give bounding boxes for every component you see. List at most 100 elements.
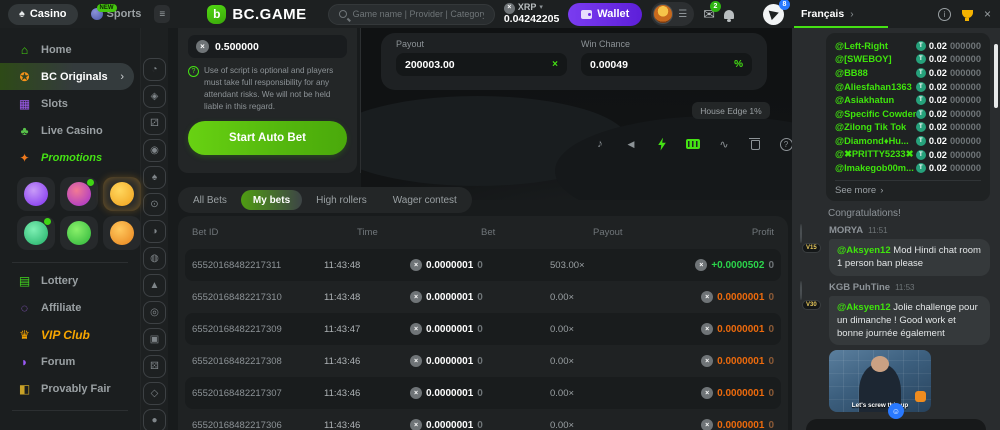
close-icon[interactable]: × <box>984 7 991 21</box>
table-row[interactable]: 6552016848221730611:43:46×0.000000100.00… <box>185 409 781 430</box>
user-avatar[interactable] <box>800 224 802 243</box>
notifications-button[interactable] <box>724 10 734 19</box>
tab-my-bets[interactable]: My bets <box>241 190 302 210</box>
rain-username[interactable]: @[SWEBOY] <box>835 54 892 64</box>
rain-username[interactable]: @Zilong Tik Tok <box>835 122 906 132</box>
sidebar-item-promotions[interactable]: ✦Promotions <box>0 144 140 171</box>
sidebar-item-slots[interactable]: ▦Slots <box>0 90 140 117</box>
game-icon-9[interactable]: ▲ <box>143 274 166 297</box>
help-icon[interactable]: ? <box>778 136 792 152</box>
payout-input[interactable]: 200003.00 × <box>396 53 567 76</box>
search-input[interactable] <box>353 9 484 19</box>
rain-amount: T0.02000000 <box>916 122 981 132</box>
rain-username[interactable]: @✖PRITTY5233✖ <box>835 149 913 160</box>
mention-link[interactable]: @Aksyen12 <box>837 302 891 313</box>
bet-amount-input[interactable]: × 0.500000 <box>188 35 347 58</box>
promo-tile-lucky-wheel[interactable] <box>60 177 98 211</box>
user-avatar[interactable] <box>800 281 802 300</box>
emoji-reaction-button[interactable]: ☺ <box>888 403 904 419</box>
promo-tile-dollar-tag[interactable] <box>60 216 98 250</box>
wallet-button[interactable]: Wallet <box>568 3 642 26</box>
game-icon-10[interactable]: ◎ <box>143 301 166 324</box>
trophy-icon[interactable] <box>962 10 973 18</box>
message-username[interactable]: KGB PuhTine <box>829 282 890 293</box>
game-icon-12[interactable]: ⚄ <box>143 355 166 378</box>
game-icon-5[interactable]: ♠ <box>143 166 166 189</box>
game-icon-3[interactable]: ⚂ <box>143 112 166 135</box>
tab-high-rollers[interactable]: High rollers <box>304 190 379 210</box>
sidebar-item-lottery[interactable]: ▤Lottery <box>0 267 140 294</box>
game-icon-11[interactable]: ▣ <box>143 328 166 351</box>
rain-username[interactable]: @Diamond♦Hu... <box>835 136 909 146</box>
inbox-button[interactable]: ✉ 2 <box>703 6 715 23</box>
sidebar-item-provably-fair[interactable]: ◧Provably Fair <box>0 375 140 402</box>
sidebar-item-live-casino[interactable]: ♣Live Casino <box>0 117 140 144</box>
chat-scrollbar[interactable] <box>994 44 998 108</box>
rain-username[interactable]: @Aliesfahan1363 <box>835 82 912 92</box>
rain-username[interactable]: @BB88 <box>835 68 868 78</box>
tab-wager-contest[interactable]: Wager contest <box>381 190 469 210</box>
sidebar-item-vip-club[interactable]: ♛VIP Club <box>0 321 140 348</box>
game-icon-2[interactable]: ◈ <box>143 85 166 108</box>
rain-username[interactable]: @Specific Cowden <box>835 109 916 119</box>
time-cell: 11:43:46 <box>324 420 410 430</box>
table-row[interactable]: 6552016848221730711:43:46×0.000000100.00… <box>185 377 781 409</box>
payout-field: Payout 200003.00 × <box>396 39 567 84</box>
hotkeys-icon[interactable] <box>685 136 701 152</box>
game-icon-1[interactable]: ◔ <box>143 58 166 81</box>
chevron-right-icon[interactable]: › <box>850 9 853 20</box>
trend-icon[interactable]: ∿ <box>716 136 732 152</box>
left-column: ♠ Casino NEW Sports ≡ b BC.GAME × XRP <box>0 0 792 430</box>
sound-icon[interactable]: ◀ <box>623 136 639 152</box>
game-icon-4[interactable]: ◉ <box>143 139 166 162</box>
bet-cell: ×0.00000010 <box>410 387 540 399</box>
house-edge-badge[interactable]: House Edge 1% <box>692 102 770 119</box>
gif-attachment[interactable]: Let's screw this up <box>829 350 931 412</box>
sports-toggle[interactable]: NEW Sports <box>87 8 146 20</box>
message-username[interactable]: MORYA <box>829 225 863 236</box>
sidebar-item-affiliate[interactable]: ◌Affiliate <box>0 294 140 321</box>
tab-all-bets[interactable]: All Bets <box>181 190 239 210</box>
promo-tile-rocket-ghost[interactable] <box>17 216 55 250</box>
rocket-ghost-icon <box>24 221 48 245</box>
chat-toggle-button[interactable]: 8 <box>763 4 784 25</box>
bet-value: 0.0000001 <box>426 292 473 303</box>
music-icon[interactable]: ♪ <box>592 136 608 152</box>
promo-tile-piggy-bank[interactable] <box>103 177 141 211</box>
info-icon[interactable]: i <box>938 8 951 21</box>
game-icon-6[interactable]: ⊙ <box>143 193 166 216</box>
profile-menu[interactable]: ☰ <box>651 2 694 26</box>
rain-username[interactable]: @Left-Right <box>835 41 888 51</box>
table-row[interactable]: 6552016848221731111:43:48×0.00000010503.… <box>185 249 781 281</box>
see-more-link[interactable]: See more › <box>835 180 981 201</box>
sidebar-item-forum[interactable]: ◗Forum <box>0 348 140 375</box>
brand-logo[interactable]: b BC.GAME <box>207 5 306 24</box>
chat-language-tab[interactable]: Français <box>801 8 844 20</box>
user-avatar <box>653 4 673 24</box>
clear-x-icon[interactable]: × <box>552 59 558 70</box>
chat-input[interactable] <box>806 419 986 430</box>
profit-cell: ×0.00000010 <box>660 323 774 335</box>
game-search[interactable] <box>328 4 495 25</box>
game-icon-13[interactable]: ◇ <box>143 382 166 405</box>
casino-toggle[interactable]: ♠ Casino <box>8 4 78 25</box>
turbo-bolt-icon[interactable] <box>654 136 670 152</box>
win-chance-input[interactable]: 0.00049 % <box>581 53 752 76</box>
game-icon-7[interactable]: ◑ <box>143 220 166 243</box>
sidebar-item-home[interactable]: ⌂Home <box>0 36 140 63</box>
game-icon-14[interactable]: ● <box>143 409 166 430</box>
promo-tile-coin-master[interactable] <box>103 216 141 250</box>
game-icon-8[interactable]: ◍ <box>143 247 166 270</box>
sidebar-item-bc-originals[interactable]: ✪BC Originals› <box>0 63 134 90</box>
start-auto-bet-button[interactable]: Start Auto Bet <box>188 121 347 155</box>
nav-menu-button[interactable]: ≡ <box>154 5 170 23</box>
trash-icon[interactable] <box>747 136 763 152</box>
promo-tile-spin-target[interactable] <box>17 177 55 211</box>
rain-username[interactable]: @Asiakhatun <box>835 95 894 105</box>
balance-selector[interactable]: × XRP ▾ 0.04242205 <box>504 3 559 26</box>
table-row[interactable]: 6552016848221730911:43:47×0.000000100.00… <box>185 313 781 345</box>
mention-link[interactable]: @Aksyen12 <box>837 245 891 256</box>
rain-username[interactable]: @Imakegob00m... <box>835 163 914 173</box>
table-row[interactable]: 6552016848221730811:43:46×0.000000100.00… <box>185 345 781 377</box>
table-row[interactable]: 6552016848221731011:43:48×0.000000100.00… <box>185 281 781 313</box>
